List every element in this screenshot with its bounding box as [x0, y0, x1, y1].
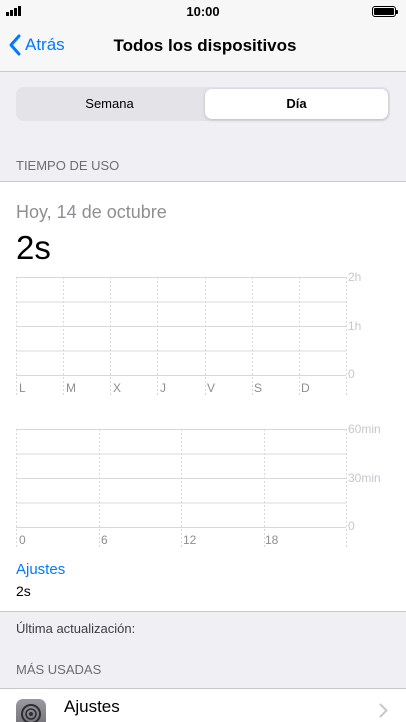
most-used-row-ajustes[interactable]: Ajustes: [0, 688, 406, 722]
hourly-y-tick-0: 0: [348, 519, 355, 533]
section-header-most-used: MÁS USADAS: [16, 662, 102, 677]
hourly-x-tick: 6: [101, 533, 108, 547]
hourly-y-tick-30min: 30min: [348, 471, 381, 485]
weekly-x-tick: M: [66, 381, 76, 395]
hourly-chart-grid: [16, 429, 347, 549]
weekly-x-tick: X: [113, 381, 122, 395]
chevron-right-icon: [379, 703, 388, 718]
last-update-label: Última actualización:: [16, 621, 136, 636]
hourly-x-tick: 12: [183, 533, 197, 547]
hourly-usage-chart: 60min 30min 0 0 6 12 18: [16, 422, 390, 549]
weekly-y-tick-2h: 2h: [348, 270, 362, 284]
period-segmented-control: Semana Día: [16, 87, 390, 121]
hourly-x-tick: 18: [265, 533, 279, 547]
weekly-x-tick: J: [160, 381, 166, 395]
navigation-bar: Atrás Todos los dispositivos: [0, 22, 406, 72]
most-used-app-name: Ajustes: [64, 697, 120, 716]
usage-total: 2s: [16, 229, 51, 266]
category-usage-value: 2s: [16, 583, 31, 599]
usage-date: Hoy, 14 de octubre: [16, 202, 167, 222]
usage-card: Hoy, 14 de octubre 2s 2h 1h 0 L M X J V …: [0, 181, 406, 612]
section-header-usage-time: TIEMPO DE USO: [16, 158, 120, 173]
segment-day[interactable]: Día: [205, 89, 388, 119]
settings-gear-icon: [16, 699, 46, 722]
segment-week[interactable]: Semana: [16, 87, 203, 121]
battery-icon: [372, 6, 398, 17]
category-link-ajustes[interactable]: Ajustes: [16, 561, 65, 578]
status-bar: 10:00: [0, 0, 406, 22]
weekly-x-tick: D: [301, 381, 310, 395]
weekly-x-tick: L: [19, 381, 26, 395]
hourly-x-tick: 0: [19, 533, 26, 547]
weekly-y-tick-1h: 1h: [348, 319, 362, 333]
weekly-usage-chart: 2h 1h 0 L M X J V S D: [16, 270, 390, 397]
weekly-x-tick: S: [254, 381, 263, 395]
page-title: Todos los dispositivos: [113, 36, 297, 55]
status-time: 10:00: [186, 4, 220, 19]
hourly-y-tick-60min: 60min: [348, 422, 381, 436]
weekly-y-tick-0: 0: [348, 367, 355, 381]
weekly-chart-grid: [16, 277, 347, 397]
weekly-x-tick: V: [207, 381, 216, 395]
